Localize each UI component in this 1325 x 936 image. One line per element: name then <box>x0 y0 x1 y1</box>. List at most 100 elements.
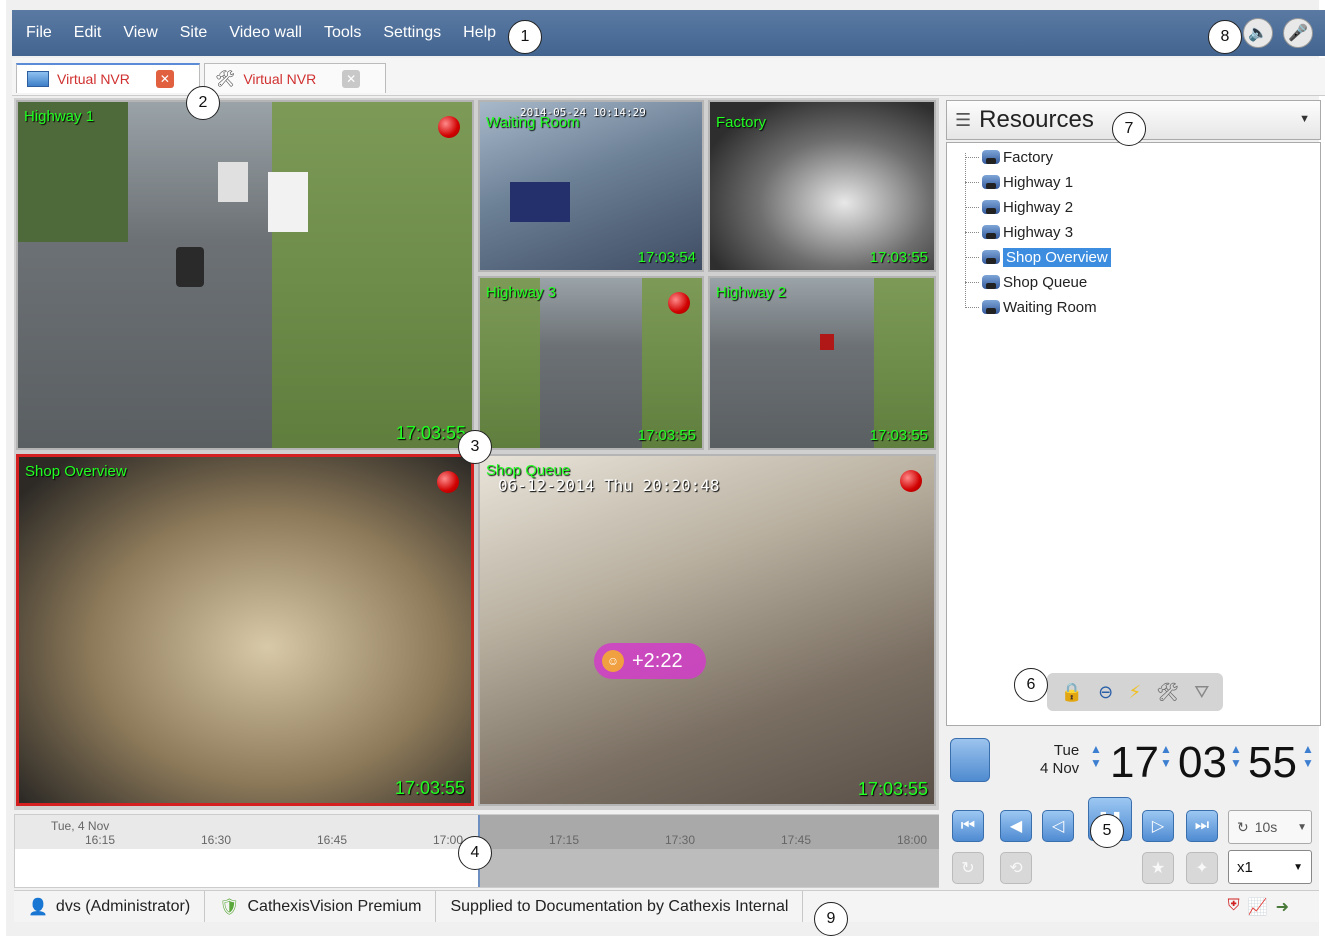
timeline-tick: 17:30 <box>665 833 696 847</box>
camera-tile-shop-queue[interactable]: 06-12-2014 Thu 20:20:48 Shop Queue ☺ +2:… <box>478 454 936 806</box>
status-product: 🛡 CathexisVision Premium <box>205 891 437 922</box>
status-icons: ⛨ 📈 ➜ <box>1228 897 1289 917</box>
menu-file[interactable]: File <box>26 24 52 42</box>
spin-up-icon[interactable]: ▲ ▼ <box>1230 742 1242 770</box>
tab-virtual-nvr-2[interactable]: 🛠 Virtual NVR ✕ <box>204 63 386 93</box>
tree-item-label: Shop Overview <box>1003 247 1111 267</box>
skip-start-icon[interactable]: ⏮ <box>952 810 984 842</box>
lock-icon[interactable]: 🔒 <box>1061 682 1083 703</box>
camera-tile-highway-3[interactable]: Highway 3 17:03:55 <box>478 276 704 450</box>
skip-end-icon[interactable]: ⏭ <box>1186 810 1218 842</box>
camera-tile-highway-2[interactable]: Highway 2 17:03:55 <box>708 276 936 450</box>
loop-value: 10s <box>1254 819 1278 835</box>
tab-label: Virtual NVR <box>243 70 317 87</box>
lightning-icon[interactable]: ⚡ <box>1128 682 1141 703</box>
tools-icon: 🛠 <box>215 70 236 88</box>
camera-icon <box>982 225 1000 239</box>
spin-up-icon[interactable]: ▲ ▼ <box>1302 742 1314 770</box>
tree-item-label: Highway 3 <box>1003 223 1074 241</box>
camera-tile-factory[interactable]: Factory 17:03:55 <box>708 100 936 272</box>
status-user: 👤 dvs (Administrator) <box>14 891 206 922</box>
speed-select[interactable]: x1 ▼ <box>1228 850 1312 884</box>
menu-help[interactable]: Help <box>463 24 496 42</box>
tree-item-highway-3[interactable]: Highway 3 <box>965 221 1077 243</box>
chart-icon[interactable]: 📈 <box>1248 897 1268 917</box>
tree-item-shop-queue[interactable]: Shop Queue <box>965 271 1091 293</box>
refresh-icon: ↻ <box>1237 818 1249 835</box>
remove-icon[interactable]: ⊖ <box>1098 682 1113 703</box>
export-icon[interactable]: ➜ <box>1276 897 1289 917</box>
camera-tile-shop-overview[interactable]: Shop Overview 17:03:55 <box>16 454 474 806</box>
tree-item-waiting-room[interactable]: Waiting Room <box>965 296 1101 318</box>
dwell-timer-badge: ☺ +2:22 <box>594 643 706 679</box>
person-icon: ☺ <box>602 650 624 672</box>
close-icon[interactable]: ✕ <box>155 70 174 88</box>
refresh-icon[interactable]: ↻ <box>952 852 984 884</box>
bookmark-pin-icon[interactable]: ✦ <box>1186 852 1218 884</box>
camera-label: Highway 1 <box>24 108 95 125</box>
camera-icon <box>982 300 1000 314</box>
timeline-tick: 17:00 <box>433 833 464 847</box>
truck <box>218 162 248 202</box>
bookmark-icon[interactable]: ★ <box>1142 852 1174 884</box>
tab-virtual-nvr-1[interactable]: Virtual NVR ✕ <box>16 63 200 93</box>
filter-icon[interactable]: ⛛ <box>1194 682 1209 703</box>
timeline-date: Tue, 4 Nov <box>51 819 110 833</box>
step-back-icon[interactable]: ◁ <box>1042 810 1074 842</box>
camera-label: Shop Queue <box>486 462 571 479</box>
tree-item-highway-1[interactable]: Highway 1 <box>965 171 1077 193</box>
menu-site[interactable]: Site <box>180 24 208 42</box>
tree-item-label: Shop Queue <box>1003 273 1088 291</box>
tree-item-highway-2[interactable]: Highway 2 <box>965 196 1077 218</box>
camera-timestamp: 17:03:55 <box>395 423 466 443</box>
close-icon[interactable]: ✕ <box>342 69 361 88</box>
play-back-icon[interactable]: ◀ <box>1000 810 1032 842</box>
camera-label: Highway 3 <box>486 284 557 301</box>
tools-icon[interactable]: 🛠 <box>1156 682 1179 703</box>
menu-bar: File Edit View Site Video wall Tools Set… <box>12 10 1325 56</box>
spin-up-icon[interactable]: ▲ ▼ <box>1090 742 1102 770</box>
callout-5: 5 <box>1090 814 1124 848</box>
clock-seconds[interactable]: 55 <box>1248 738 1297 788</box>
menu-video-wall[interactable]: Video wall <box>229 24 302 42</box>
menu-settings[interactable]: Settings <box>383 24 441 42</box>
chevron-down-icon[interactable]: ▼ <box>1299 113 1310 125</box>
speaker-icon[interactable]: 🔈 <box>1243 18 1273 48</box>
camera-label: Highway 2 <box>716 284 787 301</box>
chevron-down-icon: ▼ <box>1297 821 1307 833</box>
camera-tile-highway-1[interactable]: Highway 1 17:03:55 <box>16 100 474 450</box>
status-user-text: dvs (Administrator) <box>55 897 191 915</box>
grass-area <box>480 278 540 448</box>
camera-icon <box>982 275 1000 289</box>
monitor-icon <box>27 71 49 87</box>
tree-item-label: Highway 1 <box>1003 173 1074 191</box>
microphone-icon[interactable]: 🎤 <box>1283 18 1313 48</box>
loop-duration-select[interactable]: ↻ 10s ▼ <box>1228 810 1312 844</box>
callout-1: 1 <box>508 20 542 54</box>
camera-timestamp: 17:03:55 <box>869 427 928 444</box>
menu-edit[interactable]: Edit <box>74 24 102 42</box>
status-license-text: Supplied to Documentation by Cathexis In… <box>450 897 789 915</box>
camera-tile-waiting-room[interactable]: 2014-05-24 10:14:29 Waiting Room 17:03:5… <box>478 100 704 272</box>
clock-panel: Tue 4 Nov ▲ ▼ 17 ▲ ▼ 03 ▲ ▼ 55 ▲ ▼ <box>946 730 1325 800</box>
clock-minutes[interactable]: 03 <box>1178 738 1227 788</box>
filmstrip-icon[interactable] <box>950 738 990 782</box>
camera-timestamp: 17:03:55 <box>394 778 465 798</box>
tree-item-label: Waiting Room <box>1003 298 1097 316</box>
clock-hours[interactable]: 17 <box>1110 738 1159 788</box>
menu-tools[interactable]: Tools <box>324 24 361 42</box>
camera-icon <box>982 175 1000 189</box>
record-icon <box>668 292 690 314</box>
camera-label: Shop Overview <box>25 463 127 480</box>
security-shield-icon[interactable]: ⛨ <box>1228 897 1240 917</box>
camera-label: Waiting Room <box>486 114 580 131</box>
user-icon: 👤 <box>28 898 48 916</box>
loop-icon[interactable]: ⟲ <box>1000 852 1032 884</box>
menu-view[interactable]: View <box>123 24 157 42</box>
tree-item-shop-overview[interactable]: Shop Overview <box>965 246 1115 268</box>
spin-up-icon[interactable]: ▲ ▼ <box>1160 742 1172 770</box>
timeline-future <box>479 815 939 887</box>
tree-item-factory[interactable]: Factory <box>965 146 1057 168</box>
step-forward-icon[interactable]: ▷ <box>1142 810 1174 842</box>
seats <box>510 182 570 222</box>
